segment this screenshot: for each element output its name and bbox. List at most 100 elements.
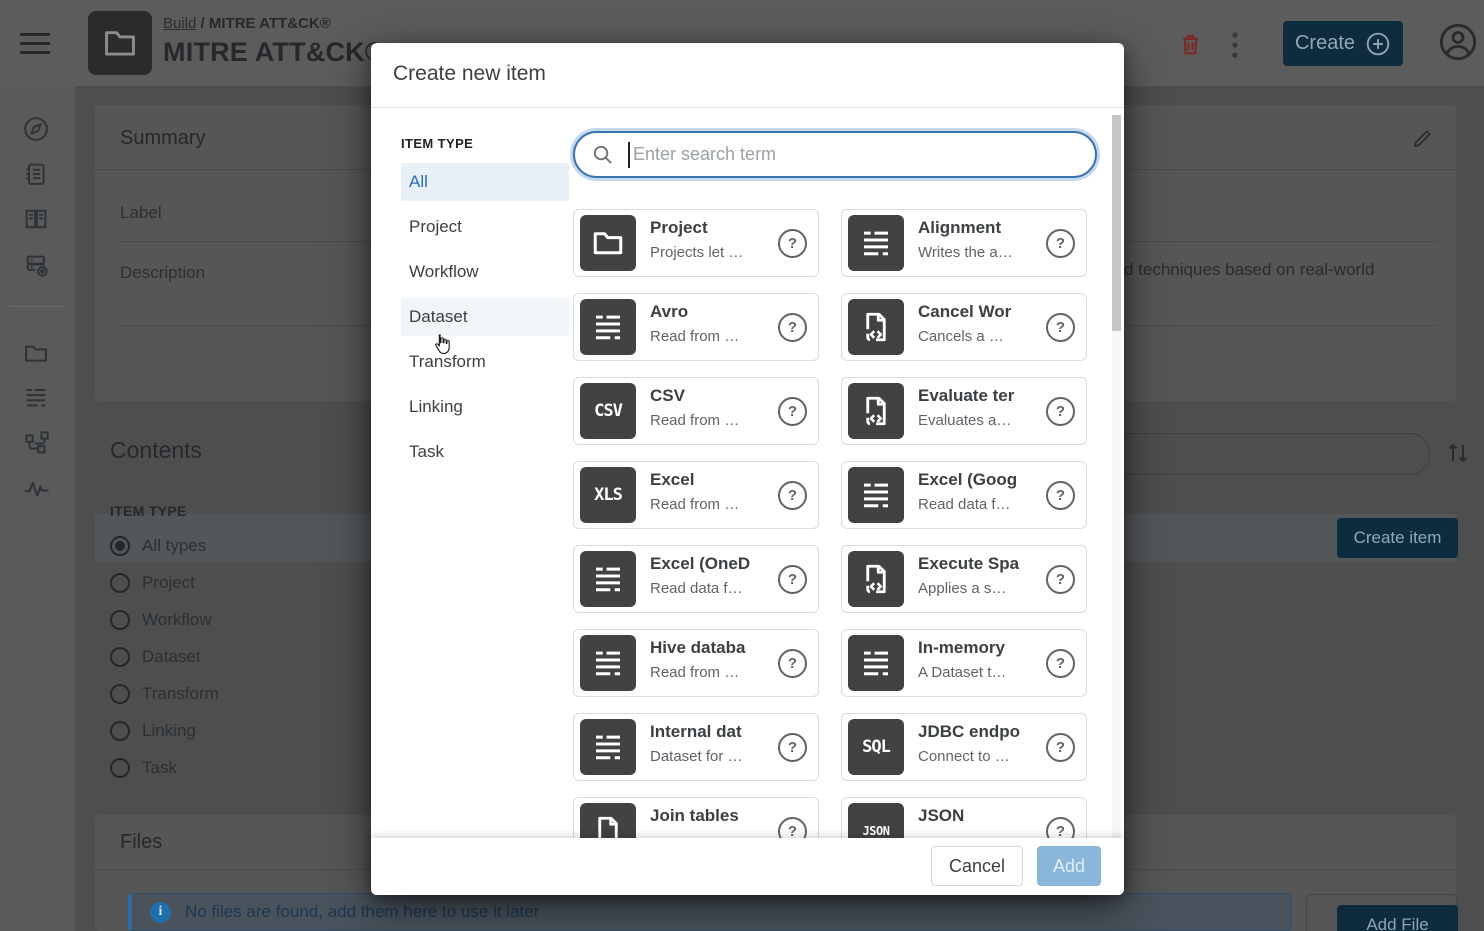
files-title: Files	[120, 831, 162, 854]
create-button-label: Create	[1295, 32, 1355, 55]
filter-project[interactable]: Project	[401, 208, 569, 246]
scrollbar-thumb[interactable]	[1112, 115, 1121, 331]
filter-transform[interactable]: Transform	[401, 343, 569, 381]
kebab-menu-icon[interactable]	[1230, 31, 1240, 59]
folder-icon	[101, 24, 139, 62]
dataset-icon	[848, 467, 904, 523]
no-files-message: No files are found, add them here to use…	[185, 902, 539, 922]
help-icon[interactable]: ?	[1046, 817, 1075, 838]
dialog-body: ITEM TYPE All Project Workflow Dataset T…	[371, 108, 1124, 838]
item-card-project[interactable]: Project Projects let … ?	[573, 209, 819, 277]
help-icon[interactable]: ?	[1046, 397, 1075, 426]
notebook-icon[interactable]	[22, 160, 50, 188]
file-code-icon	[848, 383, 904, 439]
description-field-title: Description	[120, 263, 205, 283]
radio-icon	[110, 684, 130, 704]
data-server-eye-icon[interactable]	[22, 251, 50, 279]
item-card-execute-spark[interactable]: Execute Spa Applies a s… ?	[841, 545, 1087, 613]
help-icon[interactable]: ?	[1046, 229, 1075, 258]
item-card-cancel-workflow[interactable]: Cancel Wor Cancels a … ?	[841, 293, 1087, 361]
sidebar-divider	[10, 306, 65, 307]
help-icon[interactable]: ?	[1046, 565, 1075, 594]
radio-icon	[110, 721, 130, 741]
breadcrumb-link[interactable]: Build	[163, 15, 196, 32]
item-card-in-memory[interactable]: In-memory A Dataset t… ?	[841, 629, 1087, 697]
cancel-button[interactable]: Cancel	[931, 846, 1023, 886]
mouse-cursor	[430, 333, 452, 357]
item-card-excel-google[interactable]: Excel (Goog Read data f… ?	[841, 461, 1087, 529]
help-icon[interactable]: ?	[778, 481, 807, 510]
item-card-join-tables[interactable]: Join tables ?	[573, 797, 819, 838]
help-icon[interactable]: ?	[1046, 313, 1075, 342]
radio-icon	[110, 573, 130, 593]
dataset-icon	[580, 551, 636, 607]
radio-linking[interactable]: Linking	[110, 717, 196, 745]
folder-nav-icon[interactable]	[22, 339, 50, 367]
filter-dataset[interactable]: Dataset	[401, 298, 569, 336]
create-button[interactable]: Create	[1283, 21, 1403, 66]
item-card-internal-dataset[interactable]: Internal dat Dataset for … ?	[573, 713, 819, 781]
xls-text-icon: XLS	[580, 467, 636, 523]
item-card-evaluate[interactable]: Evaluate ter Evaluates a… ?	[841, 377, 1087, 445]
item-card-csv[interactable]: CSV CSV Read from … ?	[573, 377, 819, 445]
radio-transform[interactable]: Transform	[110, 680, 219, 708]
delete-trash-icon[interactable]	[1178, 31, 1203, 58]
folder-icon	[580, 215, 636, 271]
help-icon[interactable]: ?	[778, 649, 807, 678]
avatar[interactable]	[1438, 22, 1478, 62]
create-item-button[interactable]: Create item	[1337, 518, 1458, 558]
radio-workflow[interactable]: Workflow	[110, 606, 212, 634]
item-card-excel-onedrive[interactable]: Excel (OneD Read data f… ?	[573, 545, 819, 613]
help-icon[interactable]: ?	[1046, 481, 1075, 510]
activity-pulse-icon[interactable]	[22, 473, 50, 501]
page-title: MITRE ATT&CK®	[163, 37, 385, 68]
book-open-icon[interactable]	[22, 205, 50, 233]
menu-icon[interactable]	[20, 33, 50, 60]
filter-all[interactable]: All	[401, 163, 569, 201]
help-icon[interactable]: ?	[778, 565, 807, 594]
edit-icon[interactable]	[1411, 127, 1434, 150]
info-icon: i	[150, 902, 171, 923]
radio-task[interactable]: Task	[110, 754, 177, 782]
cancel-label: Cancel	[949, 856, 1005, 877]
help-icon[interactable]: ?	[778, 733, 807, 762]
item-card-avro[interactable]: Avro Read from … ?	[573, 293, 819, 361]
dialog-header: Create new item	[371, 43, 1124, 108]
add-file-button[interactable]: Add File	[1337, 905, 1458, 931]
search-input[interactable]: Enter search term	[573, 131, 1097, 178]
label-field-title: Label	[120, 203, 162, 223]
dataset-icon	[580, 719, 636, 775]
dialog-title: Create new item	[393, 62, 546, 86]
item-card-json[interactable]: JSON JSON ?	[841, 797, 1087, 838]
radio-dataset[interactable]: Dataset	[110, 643, 201, 671]
radio-icon	[110, 758, 130, 778]
item-card-jdbc[interactable]: SQL JDBC endpo Connect to … ?	[841, 713, 1087, 781]
sort-icon[interactable]	[1444, 440, 1472, 466]
dialog-scrollbar[interactable]	[1112, 115, 1121, 838]
radio-project[interactable]: Project	[110, 569, 195, 597]
sql-text-icon: SQL	[848, 719, 904, 775]
workflow-nav-icon[interactable]	[22, 428, 50, 456]
radio-all-types[interactable]: All types	[110, 532, 206, 560]
compass-icon[interactable]	[22, 115, 50, 143]
item-card-excel[interactable]: XLS Excel Read from … ?	[573, 461, 819, 529]
help-icon[interactable]: ?	[778, 229, 807, 258]
file-code-icon	[848, 299, 904, 355]
radio-icon	[110, 610, 130, 630]
create-item-label: Create item	[1354, 528, 1442, 548]
help-icon[interactable]: ?	[778, 397, 807, 426]
filter-task[interactable]: Task	[401, 433, 569, 471]
help-icon[interactable]: ?	[778, 313, 807, 342]
filter-workflow[interactable]: Workflow	[401, 253, 569, 291]
item-card-alignment[interactable]: Alignment Writes the a… ?	[841, 209, 1087, 277]
filter-linking[interactable]: Linking	[401, 388, 569, 426]
add-file-label: Add File	[1366, 915, 1428, 931]
help-icon[interactable]: ?	[1046, 733, 1075, 762]
json-text-icon: JSON	[848, 803, 904, 838]
dataset-nav-icon[interactable]	[22, 383, 50, 411]
help-icon[interactable]: ?	[1046, 649, 1075, 678]
add-button-disabled[interactable]: Add	[1037, 846, 1101, 886]
help-icon[interactable]: ?	[778, 817, 807, 838]
contents-title: Contents	[110, 437, 202, 464]
item-card-hive[interactable]: Hive databa Read from … ?	[573, 629, 819, 697]
